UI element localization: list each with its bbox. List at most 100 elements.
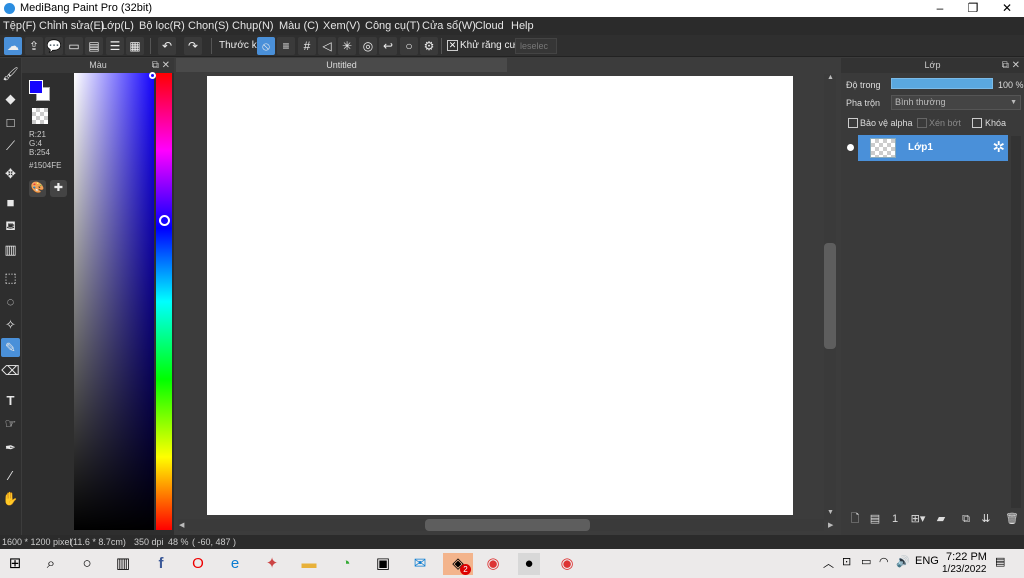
menu-window[interactable]: Cửa sổ(W) <box>422 20 476 32</box>
magic-wand-icon[interactable]: ✧ <box>1 315 20 334</box>
redo-icon[interactable]: ↷ <box>184 37 202 55</box>
foreground-color-swatch[interactable] <box>29 80 43 94</box>
menu-edit[interactable]: Chỉnh sửa(E) <box>39 20 104 32</box>
scroll-left-icon[interactable]: ◀ <box>179 521 184 529</box>
parallel-ruler-icon[interactable]: ≡ <box>277 37 295 55</box>
facebook-icon[interactable]: f <box>150 553 172 575</box>
transparent-swatch[interactable] <box>32 108 48 124</box>
document-icon[interactable]: ▤ <box>85 37 103 55</box>
layer-settings-icon[interactable]: ✲ <box>992 138 1005 156</box>
mail-icon[interactable]: ✉ <box>409 553 431 575</box>
palette-add-icon[interactable]: ✚ <box>50 180 67 197</box>
operation-icon[interactable]: ☞ <box>1 414 20 433</box>
fill-rect-icon[interactable]: ■ <box>1 193 20 212</box>
opacity-slider[interactable] <box>891 78 993 89</box>
message-icon[interactable]: ▭ <box>65 37 83 55</box>
medibang-icon[interactable]: ● <box>518 553 540 575</box>
grid-icon[interactable]: ▦ <box>126 37 144 55</box>
chrome-icon[interactable]: ◉ <box>556 553 578 575</box>
curve-ruler-icon[interactable]: ↩ <box>379 37 397 55</box>
cloud-icon[interactable]: ☁ <box>4 37 22 55</box>
crosshair-ruler-icon[interactable]: # <box>298 37 316 55</box>
clock-date[interactable]: 1/23/2022 <box>942 564 987 575</box>
eyedropper-icon[interactable]: ✒ <box>1 438 20 457</box>
circle-ruler-icon[interactable]: ○ <box>400 37 418 55</box>
concentric-ruler-icon[interactable]: ◎ <box>359 37 377 55</box>
line-icon[interactable]: ⟋ <box>1 136 20 155</box>
upload-icon[interactable]: ⇪ <box>25 37 43 55</box>
volume-icon[interactable]: 🔊 <box>896 555 910 568</box>
new-layer-icon[interactable]: 🗋 <box>847 511 863 527</box>
layer-row[interactable]: Lớp1 ✲ <box>858 135 1008 161</box>
panel-close-icon[interactable]: ⧉ ✕ <box>1002 58 1020 73</box>
comment-icon[interactable]: 💬 <box>45 37 63 55</box>
layer-visibility-icon[interactable] <box>847 144 854 151</box>
drawing-canvas[interactable] <box>207 76 793 515</box>
ruler-off-icon[interactable]: ⦸ <box>257 37 275 55</box>
saturation-value-picker[interactable] <box>74 73 154 530</box>
app-icon[interactable]: ✦ <box>261 553 283 575</box>
windows-start-icon[interactable]: ⊞ <box>4 553 26 575</box>
add-layer-menu-icon[interactable]: ⊞▾ <box>907 511 929 527</box>
opera-icon[interactable]: O <box>187 553 209 575</box>
perspective-ruler-icon[interactable]: ◁ <box>318 37 336 55</box>
wifi-icon[interactable]: ◠ <box>879 555 889 568</box>
antialias-checkbox[interactable]: ✕ <box>447 40 458 51</box>
delete-layer-icon[interactable]: 🗑 <box>1004 511 1020 527</box>
file-explorer-icon[interactable]: ▬ <box>298 553 320 575</box>
blend-mode-select[interactable]: Bình thường ▼ <box>891 95 1021 110</box>
palette-icon[interactable]: 🎨 <box>29 180 46 197</box>
rectangle-icon[interactable]: □ <box>1 113 20 132</box>
text-icon[interactable]: T <box>1 391 20 410</box>
lock-checkbox[interactable] <box>972 118 982 128</box>
notifications-icon[interactable]: ▤ <box>995 555 1005 568</box>
cortana-icon[interactable]: ○ <box>76 553 98 575</box>
search-icon[interactable]: ⌕ <box>40 553 62 575</box>
app-green-icon[interactable]: ◔ <box>335 553 357 575</box>
menu-view[interactable]: Xem(V) <box>323 20 360 32</box>
ellipse-ruler-icon[interactable]: ⚙ <box>420 37 438 55</box>
new-8bit-layer-icon[interactable]: 1 <box>887 511 903 527</box>
tray-app-icon[interactable]: ⊡ <box>842 555 851 568</box>
vertical-scroll-thumb[interactable] <box>824 243 836 349</box>
hue-cursor[interactable] <box>159 215 170 226</box>
list-icon[interactable]: ☰ <box>106 37 124 55</box>
move-icon[interactable]: ✥ <box>1 164 20 183</box>
menu-snap[interactable]: Chụp(N) <box>232 20 274 32</box>
dropper-icon[interactable]: ⁄ <box>1 466 20 485</box>
menu-cloud[interactable]: Cloud <box>475 20 504 32</box>
new-folder-icon[interactable]: ▰ <box>933 511 949 527</box>
close-button[interactable]: ✕ <box>992 1 1022 16</box>
menu-file[interactable]: Tệp(F) <box>3 20 36 32</box>
chevron-up-icon[interactable]: ︿ <box>823 555 834 571</box>
protect-alpha-checkbox[interactable] <box>848 118 858 128</box>
clipping-checkbox[interactable] <box>917 118 927 128</box>
chrome-icon[interactable]: ◉ <box>482 553 504 575</box>
new-halftone-layer-icon[interactable]: ▤ <box>867 511 883 527</box>
select-rect-icon[interactable]: ⬚ <box>1 268 20 287</box>
merge-layer-icon[interactable]: ⇊ <box>978 511 994 527</box>
select-pen-icon[interactable]: ✎ <box>1 338 20 357</box>
eraser-icon[interactable]: ◆ <box>1 89 20 108</box>
menu-help[interactable]: Help <box>511 20 534 32</box>
menu-color[interactable]: Màu (C) <box>279 20 319 32</box>
undo-icon[interactable]: ↶ <box>158 37 176 55</box>
scroll-down-icon[interactable]: ▼ <box>827 509 834 516</box>
hand-icon[interactable]: ✋ <box>1 489 20 508</box>
panel-close-icon[interactable]: ⧉ ✕ <box>152 58 170 73</box>
deselect-button[interactable]: leselec <box>515 38 557 54</box>
duplicate-layer-icon[interactable]: ⧉ <box>958 511 974 527</box>
radial-ruler-icon[interactable]: ✳ <box>338 37 356 55</box>
clock-time[interactable]: 7:22 PM <box>946 551 987 563</box>
battery-icon[interactable]: ▭ <box>861 555 871 568</box>
layer-list-scrollbar[interactable] <box>1011 136 1021 508</box>
menu-select[interactable]: Chọn(S) <box>188 20 229 32</box>
menu-tools[interactable]: Công cụ(T) <box>365 20 420 32</box>
maximize-button[interactable]: ❐ <box>958 1 988 16</box>
hue-slider[interactable] <box>156 73 172 530</box>
store-icon[interactable]: ▣ <box>372 553 394 575</box>
document-tab[interactable]: Untitled <box>176 58 507 72</box>
horizontal-scroll-thumb[interactable] <box>425 519 590 531</box>
menu-filter[interactable]: Bộ lọc(R) <box>139 20 185 32</box>
select-eraser-icon[interactable]: ⌫ <box>1 361 20 380</box>
